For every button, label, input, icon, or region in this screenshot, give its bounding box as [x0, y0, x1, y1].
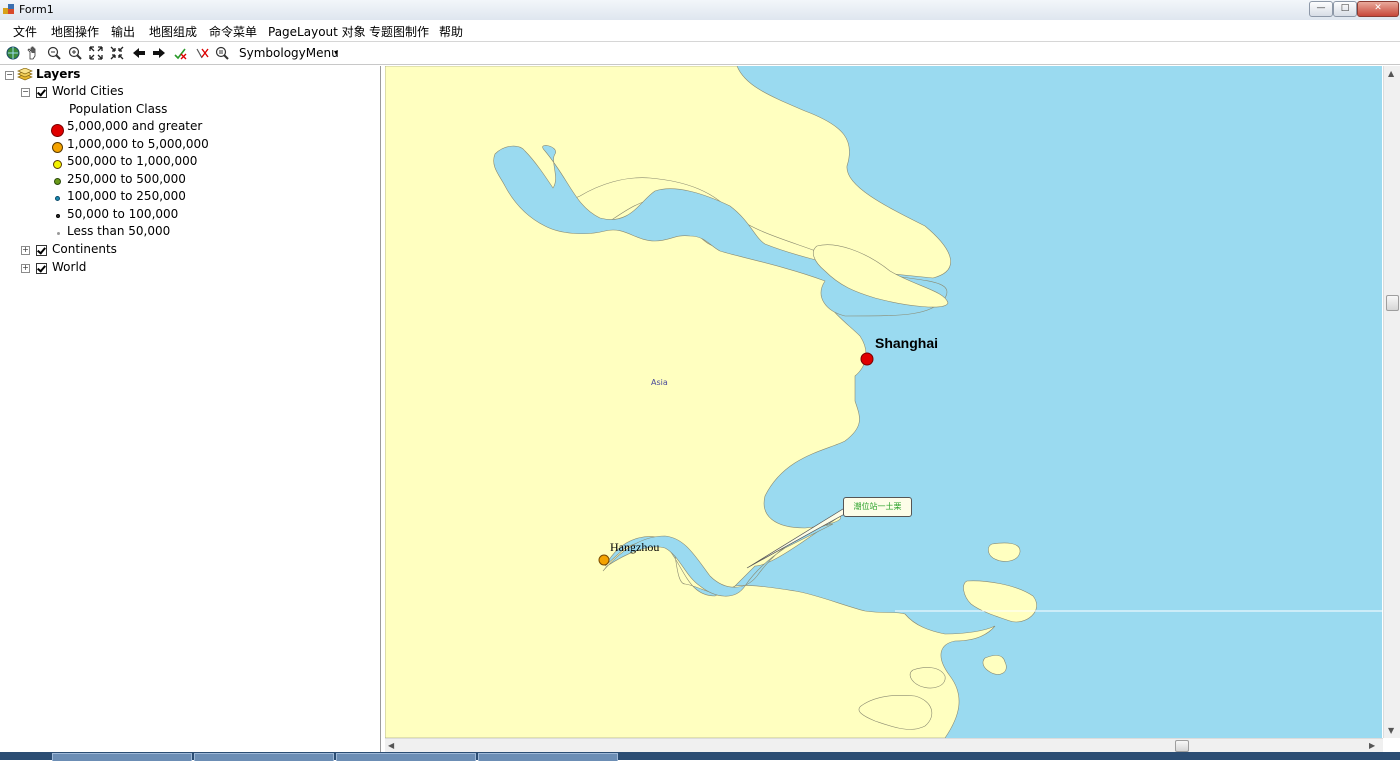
layer-world-cities[interactable]: World Cities: [52, 83, 124, 100]
zoom-out-icon[interactable]: [46, 45, 62, 61]
identify-icon[interactable]: [214, 45, 230, 61]
scroll-up-icon[interactable]: ▲: [1388, 69, 1394, 78]
legend-symbol-smallest: [57, 232, 60, 235]
island-3: [982, 655, 1007, 675]
world-checkbox[interactable]: [36, 263, 47, 274]
horizontal-scrollbar[interactable]: ◀ ▶: [385, 738, 1383, 753]
legend-class-2: 1,000,000 to 5,000,000: [67, 137, 209, 151]
expand-continents-button[interactable]: +: [21, 246, 30, 255]
forward-icon[interactable]: [151, 45, 167, 61]
menu-bar: 文件 地图操作 输出 地图组成 命令菜单 PageLayout 对象 专题图制作…: [0, 20, 1400, 42]
menu-map-operations[interactable]: 地图操作: [51, 23, 99, 40]
legend-symbol-medium: [53, 160, 62, 169]
scroll-left-icon[interactable]: ◀: [388, 741, 394, 750]
fixed-zoom-icon[interactable]: [109, 45, 125, 61]
collapse-layers-button[interactable]: −: [5, 71, 14, 80]
select-icon[interactable]: [172, 45, 188, 61]
vertical-scroll-thumb[interactable]: [1386, 295, 1399, 311]
window-title: Form1: [19, 3, 54, 16]
map-canvas: [385, 66, 1382, 738]
city-point-shanghai[interactable]: [860, 352, 874, 366]
city-point-hangzhou[interactable]: [598, 554, 610, 566]
layer-continents[interactable]: Continents: [52, 241, 117, 258]
app-icon: [3, 4, 14, 14]
scroll-down-icon[interactable]: ▼: [1388, 726, 1394, 735]
menu-map-composition[interactable]: 地图组成: [149, 23, 197, 40]
legend-class-3: 500,000 to 1,000,000: [67, 154, 198, 168]
pan-icon[interactable]: [25, 45, 41, 61]
back-icon[interactable]: [131, 45, 147, 61]
legend-class-5: 100,000 to 250,000: [67, 189, 186, 203]
legend-class-4: 250,000 to 500,000: [67, 172, 186, 186]
menu-output[interactable]: 输出: [111, 23, 135, 40]
menu-thematic-map[interactable]: 专题图制作: [369, 23, 429, 40]
legend-heading: Population Class: [69, 102, 168, 116]
toolbar: SymbologyMenu ▾: [0, 42, 1400, 65]
menu-help[interactable]: 帮助: [439, 23, 463, 40]
legend-symbol-large: [52, 142, 63, 153]
menu-command-menu[interactable]: 命令菜单: [209, 23, 257, 40]
chevron-down-icon[interactable]: ▾: [334, 48, 338, 57]
layers-icon: [17, 68, 33, 81]
legend-symbol-largest: [51, 124, 64, 137]
legend-symbol-small: [54, 178, 61, 185]
scroll-right-icon[interactable]: ▶: [1369, 741, 1375, 750]
layer-world[interactable]: World: [52, 259, 86, 276]
callout-box[interactable]: 潮位站一土栗: [843, 497, 912, 517]
continents-checkbox[interactable]: [36, 245, 47, 256]
full-extent-icon[interactable]: [88, 45, 104, 61]
legend-symbol-smaller: [55, 196, 60, 201]
continent-label: Asia: [651, 378, 668, 387]
menu-pagelayout-object[interactable]: PageLayout 对象: [268, 23, 366, 40]
legend-symbol-tiny: [56, 214, 60, 218]
title-bar: Form1 — □ ✕: [0, 0, 1400, 21]
legend-class-1: 5,000,000 and greater: [67, 119, 203, 133]
collapse-world-cities-button[interactable]: −: [21, 88, 30, 97]
world-cities-checkbox[interactable]: [36, 87, 47, 98]
legend-class-7: Less than 50,000: [67, 224, 171, 238]
map-view[interactable]: Shanghai Hangzhou Asia 潮位站一土栗: [385, 66, 1382, 738]
minimize-button[interactable]: —: [1309, 1, 1333, 17]
menu-file[interactable]: 文件: [13, 23, 37, 40]
city-label-hangzhou: Hangzhou: [610, 540, 660, 554]
city-label-shanghai: Shanghai: [875, 335, 939, 351]
layers-root-label[interactable]: Layers: [36, 66, 80, 83]
legend-class-6: 50,000 to 100,000: [67, 207, 179, 221]
close-button[interactable]: ✕: [1357, 1, 1399, 17]
maximize-button[interactable]: □: [1333, 1, 1357, 17]
zoom-in-icon[interactable]: [67, 45, 83, 61]
symbology-menu[interactable]: SymbologyMenu: [239, 46, 339, 60]
globe-icon[interactable]: [5, 45, 21, 61]
expand-world-button[interactable]: +: [21, 264, 30, 273]
horizontal-scroll-thumb[interactable]: [1175, 740, 1189, 752]
clear-select-icon[interactable]: [194, 45, 210, 61]
island-1: [988, 542, 1021, 562]
vertical-scrollbar[interactable]: ▲ ▼: [1383, 66, 1400, 738]
table-of-contents: − Layers − World Cities Population Class…: [0, 66, 381, 752]
land-mainland: [385, 66, 996, 738]
island-2: [963, 580, 1037, 623]
